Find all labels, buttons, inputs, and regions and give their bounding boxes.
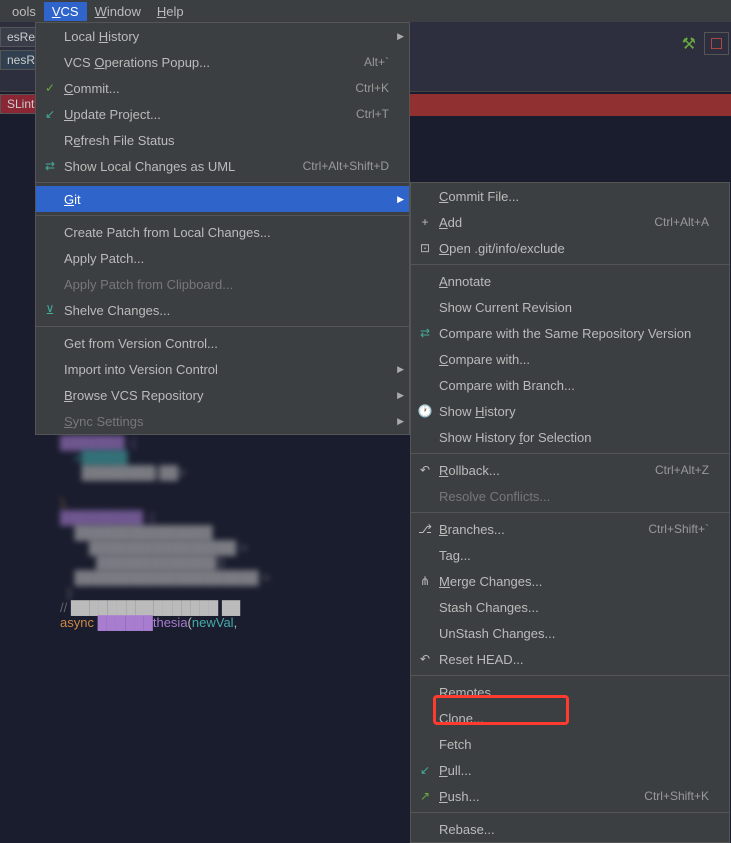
stop-button[interactable]: □ <box>704 32 729 55</box>
reset-icon: ↶ <box>417 652 433 666</box>
git-annotate[interactable]: Annotate <box>411 268 729 294</box>
git-tag[interactable]: Tag... <box>411 542 729 568</box>
git-push[interactable]: ↗Push...Ctrl+Shift+K <box>411 783 729 809</box>
git-submenu: Commit File... +AddCtrl+Alt+A ⊡Open .git… <box>410 182 730 843</box>
clock-icon: 🕐 <box>417 404 433 418</box>
git-rollback[interactable]: ↶Rollback...Ctrl+Alt+Z <box>411 457 729 483</box>
git-unstash[interactable]: UnStash Changes... <box>411 620 729 646</box>
separator <box>36 182 409 183</box>
git-show-history[interactable]: 🕐Show History <box>411 398 729 424</box>
plus-icon: + <box>417 215 433 229</box>
menu-browse-vcs[interactable]: Browse VCS Repository▶ <box>36 382 409 408</box>
separator <box>411 675 729 676</box>
rollback-icon: ↶ <box>417 463 433 477</box>
menu-import-vcs[interactable]: Import into Version Control▶ <box>36 356 409 382</box>
menu-apply-patch[interactable]: Apply Patch... <box>36 245 409 271</box>
separator <box>36 326 409 327</box>
merge-icon: ⋔ <box>417 574 433 588</box>
git-compare-with[interactable]: Compare with... <box>411 346 729 372</box>
push-icon: ↗ <box>417 789 433 803</box>
git-open-exclude[interactable]: ⊡Open .git/info/exclude <box>411 235 729 261</box>
update-icon: ↙ <box>42 107 58 121</box>
git-branches[interactable]: ⎇Branches...Ctrl+Shift+` <box>411 516 729 542</box>
menu-create-patch[interactable]: Create Patch from Local Changes... <box>36 219 409 245</box>
menu-refresh-status[interactable]: Refresh File Status <box>36 127 409 153</box>
vcs-dropdown-menu: Local History▶ VCS Operations Popup...Al… <box>35 22 410 435</box>
git-add[interactable]: +AddCtrl+Alt+A <box>411 209 729 235</box>
menu-commit[interactable]: ✓Commit...Ctrl+K <box>36 75 409 101</box>
diff-icon: ⇄ <box>42 159 58 173</box>
menu-update-project[interactable]: ↙Update Project...Ctrl+T <box>36 101 409 127</box>
git-remotes[interactable]: Remotes... <box>411 679 729 705</box>
git-rebase[interactable]: Rebase... <box>411 816 729 842</box>
menu-apply-patch-clipboard: Apply Patch from Clipboard... <box>36 271 409 297</box>
git-stash[interactable]: Stash Changes... <box>411 594 729 620</box>
menu-vcs[interactable]: VVCSCS <box>44 2 87 21</box>
menu-tools[interactable]: ools <box>4 2 44 21</box>
check-icon: ✓ <box>42 81 58 95</box>
git-commit-file[interactable]: Commit File... <box>411 183 729 209</box>
pull-icon: ↙ <box>417 763 433 777</box>
code-editor: }, ███████: { e█████ ████████(██> }, ███… <box>60 420 411 630</box>
separator <box>411 264 729 265</box>
menu-vcs-ops-popup[interactable]: VCS Operations Popup...Alt+` <box>36 49 409 75</box>
menu-help[interactable]: Help <box>149 2 192 21</box>
git-pull[interactable]: ↙Pull... <box>411 757 729 783</box>
separator <box>411 812 729 813</box>
git-fetch[interactable]: Fetch <box>411 731 729 757</box>
menu-window[interactable]: Window <box>87 2 149 21</box>
git-clone[interactable]: Clone... <box>411 705 729 731</box>
separator <box>36 215 409 216</box>
git-compare-repo[interactable]: ⇄Compare with the Same Repository Versio… <box>411 320 729 346</box>
compare-icon: ⇄ <box>417 326 433 340</box>
menu-shelve-changes[interactable]: ⊻Shelve Changes... <box>36 297 409 323</box>
menu-get-from-vcs[interactable]: Get from Version Control... <box>36 330 409 356</box>
separator <box>411 512 729 513</box>
git-resolve-conflicts: Resolve Conflicts... <box>411 483 729 509</box>
branch-icon: ⎇ <box>417 522 433 536</box>
git-reset-head[interactable]: ↶Reset HEAD... <box>411 646 729 672</box>
menu-show-changes-uml[interactable]: ⇄Show Local Changes as UMLCtrl+Alt+Shift… <box>36 153 409 179</box>
git-compare-branch[interactable]: Compare with Branch... <box>411 372 729 398</box>
menu-git[interactable]: Git▶ <box>36 186 409 212</box>
menu-sync-settings: Sync Settings▶ <box>36 408 409 434</box>
separator <box>411 453 729 454</box>
folder-icon: ⊡ <box>417 241 433 255</box>
build-icon[interactable]: ⚒ <box>682 34 696 54</box>
git-show-history-selection[interactable]: Show History for Selection <box>411 424 729 450</box>
menu-local-history[interactable]: Local History▶ <box>36 23 409 49</box>
git-show-current-rev[interactable]: Show Current Revision <box>411 294 729 320</box>
git-merge[interactable]: ⋔Merge Changes... <box>411 568 729 594</box>
shelve-icon: ⊻ <box>42 303 58 317</box>
menubar: ools VVCSCS Window Help <box>0 0 731 22</box>
